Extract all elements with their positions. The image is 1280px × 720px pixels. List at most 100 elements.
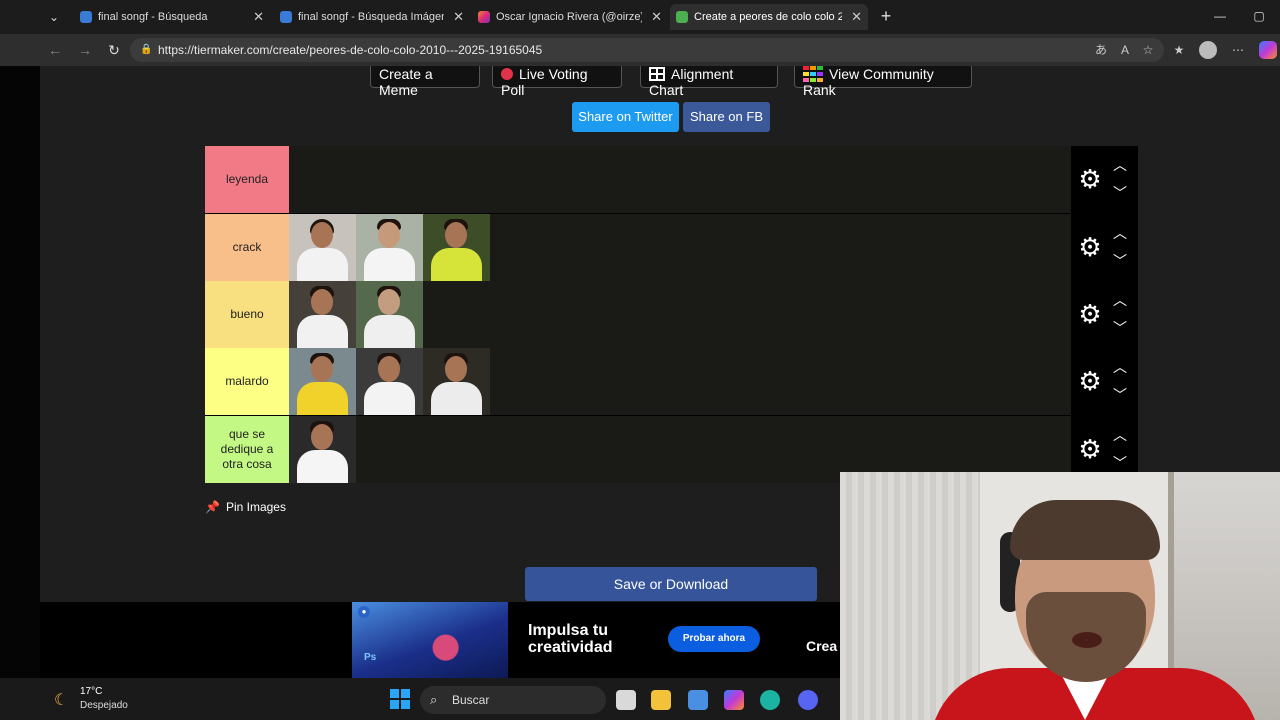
tier-row: malardo ⚙ ︿ ﹀ bbox=[205, 348, 1138, 415]
chevron-down-icon[interactable]: ﹀ bbox=[1111, 456, 1129, 470]
tier-drop-zone[interactable] bbox=[289, 146, 1071, 213]
webcam-person-hair bbox=[1010, 500, 1160, 560]
chevron-up-icon[interactable]: ︿ bbox=[1111, 158, 1129, 172]
ad-tail-text: Crea bbox=[806, 638, 838, 654]
translate-icon[interactable]: あ bbox=[1093, 42, 1109, 58]
tier-drop-zone[interactable] bbox=[289, 214, 1071, 281]
tier-label[interactable]: leyenda bbox=[205, 146, 289, 213]
pin-images-label: Pin Images bbox=[225, 500, 286, 514]
tab-title: final songf - Búsqueda Imágenes bbox=[298, 11, 444, 23]
gear-icon[interactable]: ⚙ bbox=[1077, 166, 1103, 192]
chevron-up-icon[interactable]: ︿ bbox=[1111, 293, 1129, 307]
player-image[interactable] bbox=[423, 348, 490, 415]
read-aloud-icon[interactable]: A bbox=[1117, 42, 1133, 58]
gear-icon[interactable]: ⚙ bbox=[1077, 368, 1103, 394]
tier-drop-zone[interactable] bbox=[289, 348, 1071, 415]
copilot-icon[interactable] bbox=[1259, 41, 1277, 59]
browser-toolbar: ← → ↻ 🔒 https://tiermaker.com/create/peo… bbox=[0, 34, 1280, 66]
microsoft-store-icon[interactable] bbox=[688, 690, 708, 710]
tier-row: bueno ⚙ ︿ ﹀ bbox=[205, 281, 1138, 348]
browser-tab[interactable]: final songf - Búsqueda Imágenes ✕ bbox=[274, 4, 470, 30]
new-tab-plus-icon[interactable]: + bbox=[876, 6, 896, 26]
favorites-list-icon[interactable]: ★ bbox=[1171, 42, 1187, 58]
chevron-down-icon[interactable]: ﹀ bbox=[1111, 388, 1129, 402]
grid-icon bbox=[649, 67, 665, 81]
address-bar[interactable]: 🔒 https://tiermaker.com/create/peores-de… bbox=[130, 38, 1164, 62]
moon-icon[interactable]: ☾ bbox=[54, 690, 68, 710]
save-or-download-button[interactable]: Save or Download bbox=[525, 567, 817, 601]
tier-label[interactable]: que se dedique a otra cosa bbox=[205, 416, 289, 483]
record-dot-icon bbox=[501, 68, 513, 80]
player-image[interactable] bbox=[356, 214, 423, 281]
create-meme-button[interactable]: Create a Meme bbox=[370, 66, 480, 98]
instagram-favicon-icon bbox=[478, 11, 490, 23]
share-twitter-button[interactable]: Share on Twitter bbox=[572, 102, 679, 132]
player-image[interactable] bbox=[289, 214, 356, 281]
tier-label[interactable]: bueno bbox=[205, 281, 289, 348]
minimize-icon[interactable]: — bbox=[1210, 6, 1230, 26]
tier-drop-zone[interactable] bbox=[289, 281, 1071, 348]
taskbar-search[interactable]: ⌕ Buscar bbox=[420, 686, 606, 714]
url-text: https://tiermaker.com/create/peores-de-c… bbox=[158, 43, 543, 57]
chevron-up-icon[interactable]: ︿ bbox=[1111, 226, 1129, 240]
chevron-up-icon[interactable]: ︿ bbox=[1111, 428, 1129, 442]
forward-arrow-icon[interactable]: → bbox=[74, 40, 96, 60]
browser-tab[interactable]: Oscar Ignacio Rivera (@oirze) • Fo ✕ bbox=[472, 4, 668, 30]
ad-badge-icon: ● bbox=[358, 606, 370, 618]
edge-icon[interactable] bbox=[760, 690, 780, 710]
player-image[interactable] bbox=[289, 348, 356, 415]
tier-label-text: que se dedique a otra cosa bbox=[220, 427, 274, 471]
back-arrow-icon[interactable]: ← bbox=[44, 40, 66, 60]
close-tab-icon[interactable]: ✕ bbox=[253, 4, 264, 30]
player-image[interactable] bbox=[356, 348, 423, 415]
ad-headline: Impulsa tu creatividad bbox=[528, 622, 613, 656]
player-image[interactable] bbox=[356, 281, 423, 348]
windows-taskbar: ☾ 17°C Despejado ⌕ Buscar bbox=[0, 678, 840, 720]
browser-tab-active[interactable]: Create a peores de colo colo 2010 ✕ bbox=[670, 4, 868, 30]
tier-label[interactable]: crack bbox=[205, 214, 289, 281]
discord-icon[interactable] bbox=[798, 690, 818, 710]
more-options-icon[interactable]: ⋯ bbox=[1230, 42, 1246, 58]
file-explorer-icon[interactable] bbox=[651, 690, 671, 710]
task-view-icon[interactable] bbox=[616, 690, 636, 710]
player-image[interactable] bbox=[289, 416, 356, 483]
tier-controls: ⚙ ︿ ﹀ bbox=[1071, 146, 1138, 213]
ad-cta-label: Probar ahora bbox=[682, 633, 746, 644]
profile-avatar[interactable] bbox=[1199, 41, 1217, 59]
player-image[interactable] bbox=[423, 214, 490, 281]
live-voting-poll-button[interactable]: Live Voting Poll bbox=[492, 66, 622, 98]
close-tab-icon[interactable]: ✕ bbox=[851, 4, 862, 30]
pushpin-icon: 📌 bbox=[205, 500, 220, 514]
tab-title: Create a peores de colo colo 2010 bbox=[694, 11, 842, 23]
chevron-down-icon[interactable]: ﹀ bbox=[1111, 186, 1129, 200]
chevron-down-icon[interactable]: ﹀ bbox=[1111, 321, 1129, 335]
gear-icon[interactable]: ⚙ bbox=[1077, 234, 1103, 260]
weather-description[interactable]: Despejado bbox=[80, 700, 128, 711]
alignment-chart-button[interactable]: Alignment Chart bbox=[640, 66, 778, 98]
weather-temperature[interactable]: 17°C bbox=[80, 686, 102, 697]
tier-label[interactable]: malardo bbox=[205, 348, 289, 415]
favorite-star-icon[interactable]: ☆ bbox=[1140, 42, 1156, 58]
site-info-lock-icon[interactable]: 🔒 bbox=[140, 38, 152, 62]
close-tab-icon[interactable]: ✕ bbox=[651, 4, 662, 30]
maximize-icon[interactable]: ▢ bbox=[1249, 6, 1269, 26]
ad-banner[interactable]: ● Ps Impulsa tu creatividad Probar ahora… bbox=[40, 602, 840, 678]
reload-icon[interactable]: ↻ bbox=[103, 40, 125, 60]
windows-start-icon[interactable] bbox=[390, 689, 410, 709]
gear-icon[interactable]: ⚙ bbox=[1077, 301, 1103, 327]
close-tab-icon[interactable]: ✕ bbox=[453, 4, 464, 30]
browser-tab[interactable]: final songf - Búsqueda ✕ bbox=[74, 4, 270, 30]
player-image[interactable] bbox=[289, 281, 356, 348]
copilot-taskbar-icon[interactable] bbox=[724, 690, 744, 710]
gear-icon[interactable]: ⚙ bbox=[1077, 436, 1103, 462]
save-or-download-label: Save or Download bbox=[613, 576, 729, 592]
view-community-rank-button[interactable]: View Community Rank bbox=[794, 66, 972, 98]
pin-images-toggle[interactable]: 📌 Pin Images bbox=[205, 500, 286, 514]
ad-cta-button[interactable]: Probar ahora bbox=[668, 626, 760, 652]
tier-label-text: malardo bbox=[225, 374, 269, 388]
chevron-up-icon[interactable]: ︿ bbox=[1111, 360, 1129, 374]
photoshop-badge: Ps bbox=[364, 652, 377, 663]
tab-actions-chevron-down-icon[interactable]: ⌄ bbox=[42, 6, 66, 28]
chevron-down-icon[interactable]: ﹀ bbox=[1111, 254, 1129, 268]
share-fb-button[interactable]: Share on FB bbox=[683, 102, 770, 132]
